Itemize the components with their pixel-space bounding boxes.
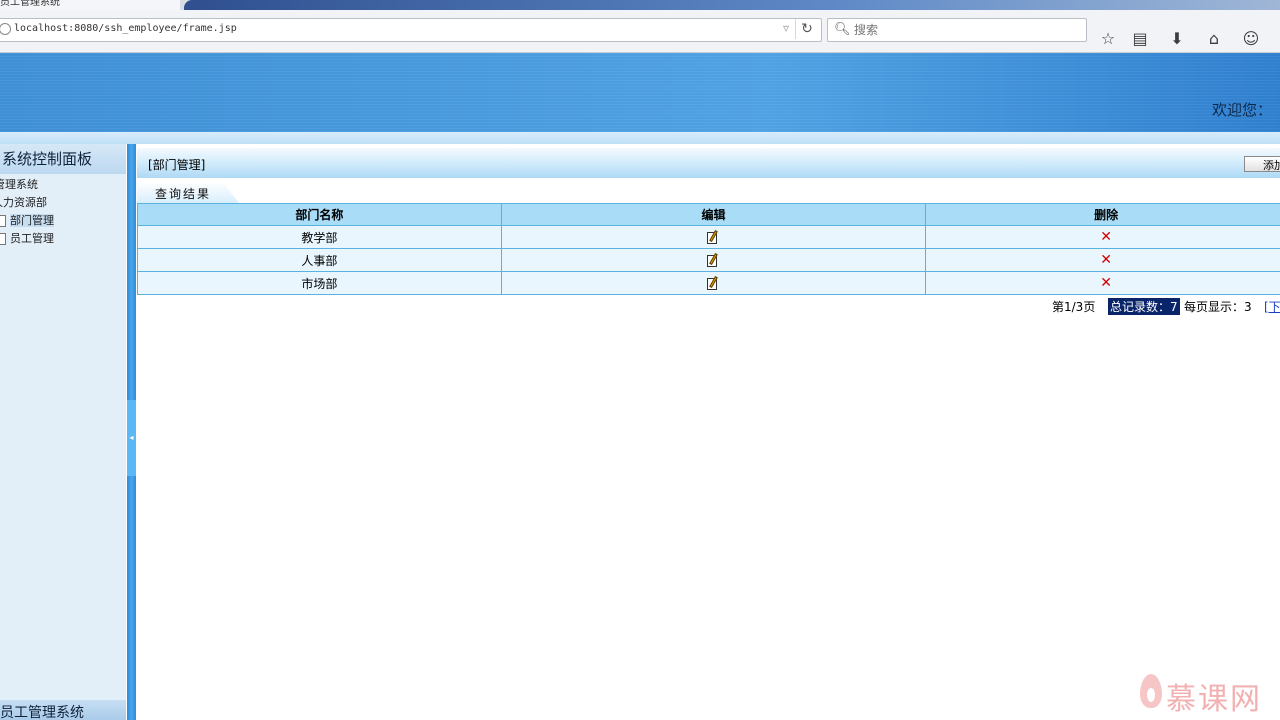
delete-icon[interactable]: ✕ — [1100, 230, 1112, 244]
tree-node-hr-dept[interactable]: 人力资源部 — [0, 194, 54, 212]
tree-node-label: 员工管理 — [10, 232, 54, 245]
edit-cell — [500, 225, 927, 249]
url-text[interactable]: localhost:8080/ssh_employee/frame.jsp — [14, 23, 237, 34]
download-icon[interactable]: ⬇ — [1166, 28, 1188, 50]
tree-item-employee-management[interactable]: 员工管理 — [0, 230, 54, 248]
edit-icon[interactable] — [707, 276, 719, 290]
dept-name-cell: 市场部 — [137, 271, 502, 295]
sidebar-title: 系统控制面板 — [0, 144, 126, 174]
next-page-link[interactable]: [下一页] — [1264, 298, 1280, 315]
browser-search-input[interactable] — [852, 21, 1076, 39]
column-header-name: 部门名称 — [137, 203, 502, 226]
edit-cell — [500, 271, 927, 295]
welcome-text: 欢迎您： — [1211, 101, 1272, 119]
delete-cell: ✕ — [925, 225, 1280, 249]
edit-icon[interactable] — [707, 230, 719, 244]
tab-label: 查询结果 — [155, 187, 212, 201]
url-dropdown-icon[interactable]: ▿ — [783, 21, 789, 35]
flame-icon — [1140, 674, 1162, 708]
tree-leaf-icon — [0, 215, 6, 227]
header-divider-strip — [0, 132, 1280, 144]
table-row: 人事部 ✕ — [137, 248, 1280, 272]
reading-list-icon[interactable]: ▤ — [1129, 28, 1151, 50]
collapse-arrow-icon[interactable]: ◂ — [127, 400, 136, 476]
sidebar-tree: 管理系统 人力资源部 部门管理 员工管理 — [0, 176, 54, 248]
chat-icon[interactable]: ☺ — [1240, 28, 1262, 50]
tree-item-dept-management[interactable]: 部门管理 — [0, 212, 54, 230]
table-header-row: 部门名称 编辑 删除 — [137, 203, 1280, 226]
watermark-logo: 慕课网 — [1138, 672, 1278, 717]
browser-tab-title: 员工管理系统 — [0, 0, 60, 8]
main-panel: [部门管理] 添加 查询结果 部门名称 编辑 删除 教学部 ✕ 人事部 ✕ 市场… — [137, 144, 1280, 720]
delete-icon[interactable]: ✕ — [1100, 276, 1112, 290]
bookmark-star-icon[interactable]: ☆ — [1097, 28, 1119, 50]
dept-name-cell: 教学部 — [137, 225, 502, 249]
delete-icon[interactable]: ✕ — [1100, 253, 1112, 267]
add-button[interactable]: 添加 — [1244, 156, 1280, 172]
column-header-edit: 编辑 — [500, 203, 927, 226]
watermark-text: 慕课网 — [1166, 682, 1262, 717]
delete-cell: ✕ — [925, 248, 1280, 272]
tree-node-root[interactable]: 管理系统 — [0, 176, 54, 194]
per-page-count: 每页显示：3 — [1184, 300, 1252, 314]
url-bar[interactable]: localhost:8080/ssh_employee/frame.jsp ▿ … — [0, 18, 822, 42]
edit-icon[interactable] — [707, 253, 719, 267]
tree-node-label: 人力资源部 — [0, 196, 47, 209]
tree-leaf-icon — [0, 233, 6, 245]
page-title: [部门管理] — [148, 158, 206, 172]
browser-navbar: localhost:8080/ssh_employee/frame.jsp ▿ … — [0, 10, 1280, 53]
edit-cell — [500, 248, 927, 272]
main-titlebar: [部门管理] 添加 — [137, 148, 1280, 178]
dept-name-cell: 人事部 — [137, 248, 502, 272]
tab-query-results[interactable]: 查询结果 — [137, 182, 239, 203]
delete-cell: ✕ — [925, 271, 1280, 295]
browser-tabstrip: 员工管理系统 — [0, 0, 1280, 10]
sidebar-footer-title[interactable]: 员工管理系统 — [0, 700, 126, 720]
reload-icon[interactable]: ↻ — [795, 19, 818, 39]
sidebar-splitter[interactable]: ◂ — [127, 144, 136, 720]
pagination-bar: 第1/3页 总记录数：7 每页显示：3 [下一页] — [137, 298, 1280, 315]
app-header-banner: 欢迎您： — [0, 53, 1280, 132]
tree-node-label: 部门管理 — [10, 214, 54, 227]
sidebar: 系统控制面板 管理系统 人力资源部 部门管理 员工管理 员工管理系统 — [0, 144, 126, 720]
column-header-delete: 删除 — [925, 203, 1280, 226]
tree-node-label: 管理系统 — [0, 178, 38, 191]
browser-tabstrip-background — [184, 0, 1280, 10]
browser-tab[interactable]: 员工管理系统 — [0, 0, 180, 10]
home-icon[interactable]: ⌂ — [1203, 28, 1225, 50]
search-icon: 🔍︎ — [834, 22, 851, 37]
page-indicator: 第1/3页 — [1052, 300, 1096, 314]
total-records: 总记录数：7 — [1108, 298, 1180, 315]
globe-icon — [0, 23, 11, 35]
table-row: 市场部 ✕ — [137, 271, 1280, 295]
table-row: 教学部 ✕ — [137, 225, 1280, 249]
department-table: 部门名称 编辑 删除 教学部 ✕ 人事部 ✕ 市场部 ✕ — [137, 203, 1280, 295]
browser-search-box[interactable]: 🔍︎ — [827, 18, 1087, 42]
